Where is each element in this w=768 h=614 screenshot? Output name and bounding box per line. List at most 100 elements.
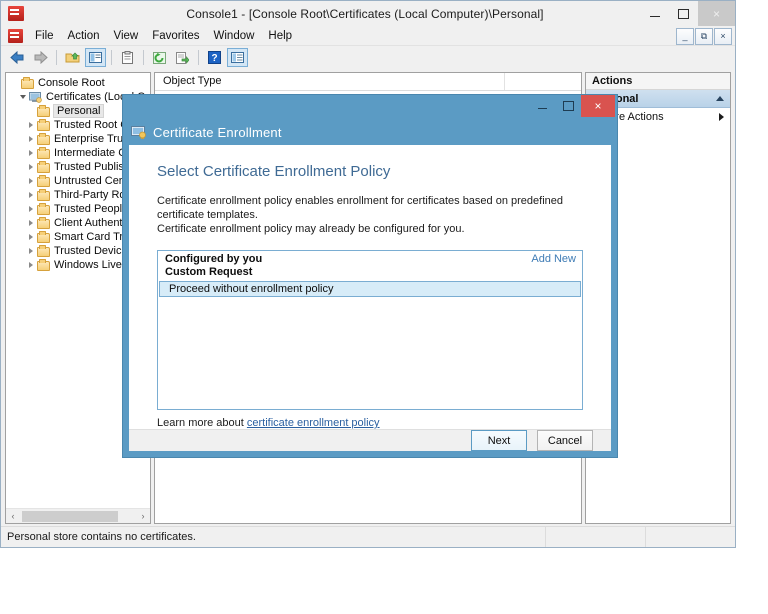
tree-expander[interactable] [16, 95, 29, 99]
chevron-up-icon[interactable] [716, 96, 724, 101]
tree-expander[interactable] [24, 234, 37, 240]
folder-icon [37, 216, 50, 229]
add-new-link[interactable]: Add New [531, 253, 576, 265]
scrollbar-thumb[interactable] [22, 510, 118, 522]
tree-item-console-root[interactable]: Console Root [8, 76, 150, 90]
actions-header: Actions [586, 73, 730, 90]
window-title: Console1 - [Console Root\Certificates (L… [186, 6, 544, 21]
scroll-left-icon[interactable]: ‹ [6, 510, 20, 523]
menu-item-file[interactable]: File [28, 28, 61, 44]
status-text: Personal store contains no certificates. [7, 531, 196, 543]
tree-item-label: Client Authentic [54, 217, 131, 229]
dialog-title-row: Certificate Enrollment [123, 119, 617, 145]
folder-icon [37, 132, 50, 145]
custom-request-label: Custom Request [165, 266, 253, 278]
title-bar: Console1 - [Console Root\Certificates (L… [1, 1, 735, 26]
toolbar-separator [198, 50, 199, 65]
dialog-caption-buttons: × [529, 95, 615, 117]
tree-expander[interactable] [24, 248, 37, 254]
toolbar: ? [1, 46, 735, 70]
menu-bar: File Action View Favorites Window Help _… [1, 26, 735, 46]
dialog-paragraph-line1: Certificate enrollment policy enables en… [157, 195, 563, 221]
tree-expander[interactable] [24, 220, 37, 226]
tree-horizontal-scrollbar[interactable]: ‹ › [6, 508, 150, 523]
computer-certificates-icon [29, 91, 42, 103]
dialog-close-button[interactable]: × [581, 95, 615, 117]
tree-expander[interactable] [24, 164, 37, 170]
certificate-enrollment-dialog: × Certificate Enrollment Select Certific… [123, 95, 617, 457]
certificate-enrollment-icon [131, 125, 147, 140]
folder-icon [37, 188, 50, 201]
tree-expander[interactable] [24, 150, 37, 156]
dialog-minimize-button[interactable] [529, 95, 555, 117]
folder-icon [37, 174, 50, 187]
status-cell-1 [545, 527, 645, 547]
tree-expander[interactable] [24, 122, 37, 128]
column-header-object-type[interactable]: Object Type [155, 73, 505, 90]
show-hide-console-tree-icon[interactable] [85, 48, 106, 67]
chevron-right-icon [719, 113, 724, 121]
tree-expander[interactable] [24, 262, 37, 268]
tree-item-label: Console Root [38, 77, 105, 89]
svg-text:?: ? [211, 53, 217, 64]
maximize-button[interactable] [669, 1, 698, 26]
next-button[interactable]: Next [471, 430, 527, 451]
toolbar-separator [56, 50, 57, 65]
enrollment-policy-list[interactable]: Configured by you Add New Custom Request… [157, 250, 583, 410]
certificate-console-icon [8, 6, 24, 21]
help-icon[interactable]: ? [204, 48, 225, 67]
tree-expander[interactable] [24, 192, 37, 198]
folder-icon [37, 202, 50, 215]
tree-item-label: Personal [53, 104, 105, 118]
folder-icon [37, 230, 50, 243]
dialog-maximize-button[interactable] [555, 95, 581, 117]
dialog-content: Select Certificate Enrollment Policy Cer… [129, 145, 611, 451]
status-cell-2 [645, 527, 735, 547]
back-icon[interactable] [7, 48, 28, 67]
scroll-right-icon[interactable]: › [136, 510, 150, 523]
tree-item-label: Enterprise Trust [54, 133, 132, 145]
tree-item-label: Trusted Devices [54, 245, 134, 257]
close-button[interactable]: × [698, 1, 735, 26]
dialog-caption-bar: × [123, 95, 617, 119]
window-caption-buttons: × [640, 1, 735, 26]
folder-icon [37, 118, 50, 131]
up-one-level-icon[interactable] [62, 48, 83, 67]
document-caption-buttons: _ ⧉ × [676, 28, 732, 45]
refresh-icon[interactable] [149, 48, 170, 67]
view-icon[interactable] [227, 48, 248, 67]
policy-list-item-proceed-without-enrollment-policy[interactable]: Proceed without enrollment policy [159, 281, 581, 297]
folder-icon [37, 104, 50, 117]
document-minimize-button[interactable]: _ [676, 28, 694, 45]
column-header-spare[interactable] [505, 73, 581, 90]
tree-expander[interactable] [24, 178, 37, 184]
menu-item-view[interactable]: View [107, 28, 146, 44]
menu-item-help[interactable]: Help [261, 28, 299, 44]
dialog-main: Select Certificate Enrollment Policy Cer… [129, 145, 611, 429]
dialog-paragraph-line2: Certificate enrollment policy may alread… [157, 223, 465, 235]
document-restore-button[interactable]: ⧉ [695, 28, 713, 45]
scrollbar-track[interactable] [20, 509, 136, 523]
certificate-enrollment-policy-link[interactable]: certificate enrollment policy [247, 417, 380, 429]
menu-item-window[interactable]: Window [207, 28, 262, 44]
minimize-button[interactable] [640, 1, 669, 26]
document-close-button[interactable]: × [714, 28, 732, 45]
tree-expander[interactable] [24, 206, 37, 212]
toolbar-separator [111, 50, 112, 65]
tree-expander[interactable] [24, 136, 37, 142]
export-list-icon[interactable] [172, 48, 193, 67]
menu-item-action[interactable]: Action [61, 28, 107, 44]
cancel-button[interactable]: Cancel [537, 430, 593, 451]
list-column-header: Object Type [155, 73, 581, 91]
configured-by-you-label: Configured by you [165, 253, 263, 265]
forward-icon[interactable] [30, 48, 51, 67]
folder-icon [37, 160, 50, 173]
folder-icon [37, 258, 50, 271]
properties-icon[interactable] [117, 48, 138, 67]
console-icon [8, 28, 23, 43]
folder-icon [37, 244, 50, 257]
menu-item-favorites[interactable]: Favorites [145, 28, 206, 44]
tree-item-label: Trusted People [54, 203, 129, 215]
folder-icon [37, 146, 50, 159]
folder-icon [21, 76, 34, 89]
